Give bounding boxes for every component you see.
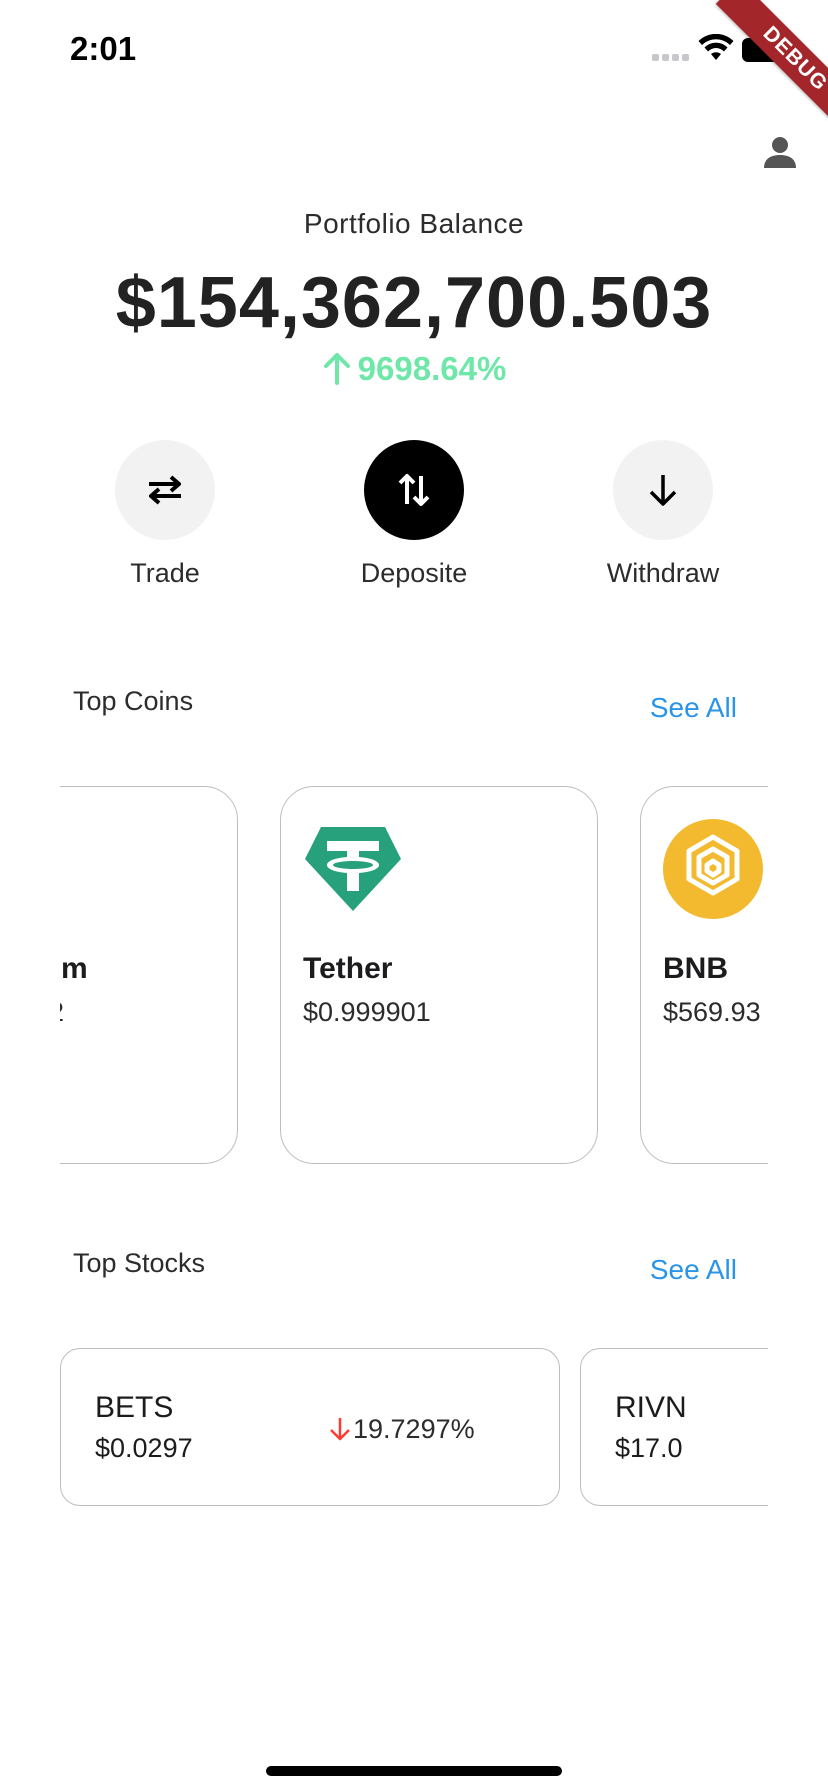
arrow-down-icon bbox=[649, 475, 677, 506]
status-bar-time: 2:01 bbox=[70, 30, 137, 67]
portfolio-change: 9698.64% bbox=[0, 350, 828, 388]
top-coins-see-all-link[interactable]: See All bbox=[650, 692, 737, 724]
stock-price: $17.0 bbox=[615, 1433, 683, 1463]
coin-price: 2 bbox=[60, 997, 64, 1028]
portfolio-balance-value: $154,362,700.503 bbox=[115, 263, 713, 343]
withdraw-label: Withdraw bbox=[606, 558, 720, 588]
portfolio-change-value: 9698.64% bbox=[357, 350, 507, 387]
stock-change: 19.7297% bbox=[329, 1414, 475, 1445]
top-stocks-see-all-link[interactable]: See All bbox=[650, 1254, 737, 1286]
profile-icon[interactable] bbox=[762, 134, 798, 170]
stock-change-value: 19.7297% bbox=[353, 1414, 475, 1444]
arrow-up-icon bbox=[323, 353, 350, 385]
swap-arrows-icon bbox=[149, 475, 181, 505]
deposit-button-circle[interactable] bbox=[364, 440, 464, 540]
up-down-arrows-icon bbox=[398, 474, 430, 506]
coin-name: Tether bbox=[303, 952, 393, 985]
withdraw-button[interactable]: Withdraw bbox=[573, 440, 753, 589]
top-coins-carousel[interactable]: m 2 Tether $0.999901 BNB $569.93 bbox=[60, 785, 768, 1165]
coin-name: BNB bbox=[663, 952, 728, 985]
deposit-label: Deposite bbox=[360, 558, 468, 588]
stock-card-rivn[interactable]: RIVN $17.0 bbox=[580, 1348, 768, 1506]
portfolio-balance-label: Portfolio Balance bbox=[303, 208, 525, 239]
coin-price: $0.999901 bbox=[303, 997, 431, 1027]
stock-symbol: RIVN bbox=[615, 1391, 687, 1424]
deposit-button[interactable]: Deposite bbox=[324, 440, 504, 589]
trade-button[interactable]: Trade bbox=[75, 440, 255, 589]
coin-card[interactable]: m 2 bbox=[60, 786, 238, 1164]
withdraw-button-circle[interactable] bbox=[613, 440, 713, 540]
trade-label: Trade bbox=[130, 558, 200, 588]
top-stocks-carousel[interactable]: BETS $0.0297 19.7297% RIVN $17.0 bbox=[60, 1347, 768, 1507]
coin-name: m bbox=[61, 952, 88, 985]
stock-price: $0.0297 bbox=[95, 1433, 193, 1463]
cellular-signal-icon bbox=[652, 54, 692, 62]
bnb-logo-icon bbox=[663, 819, 763, 919]
debug-banner: DEBUG bbox=[715, 0, 828, 139]
arrow-down-icon bbox=[330, 1418, 350, 1441]
stock-card-bets[interactable]: BETS $0.0297 19.7297% bbox=[60, 1348, 560, 1506]
coin-card-bnb[interactable]: BNB $569.93 bbox=[640, 786, 768, 1164]
coin-price: $569.93 bbox=[663, 997, 761, 1027]
stock-symbol: BETS bbox=[95, 1391, 174, 1424]
wifi-icon bbox=[698, 34, 734, 60]
top-coins-title: Top Coins bbox=[73, 686, 194, 716]
home-indicator[interactable] bbox=[266, 1766, 562, 1776]
coin-card-tether[interactable]: Tether $0.999901 bbox=[280, 786, 598, 1164]
tether-logo-icon bbox=[305, 827, 401, 911]
trade-button-circle[interactable] bbox=[115, 440, 215, 540]
top-stocks-title: Top Stocks bbox=[73, 1248, 206, 1278]
